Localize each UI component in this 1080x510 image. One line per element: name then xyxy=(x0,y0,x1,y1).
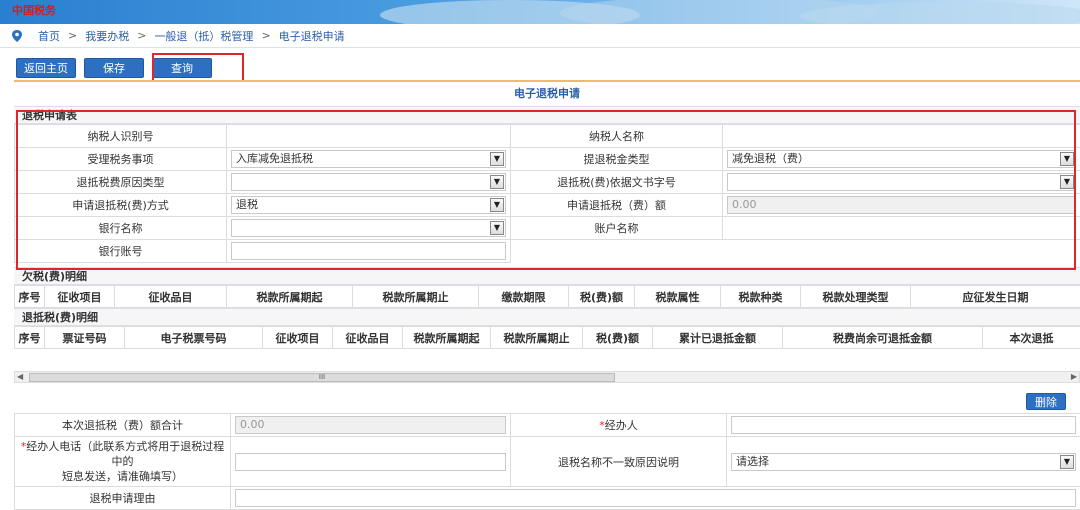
refund-detail-column-header: 序号 xyxy=(15,327,45,349)
refund-detail-column-header: 税费尚余可退抵金额 xyxy=(783,327,983,349)
refund-detail-column-header: 征收项目 xyxy=(263,327,333,349)
arrears-column-header: 税款种类 xyxy=(721,286,801,308)
refund-detail-table: 序号票证号码电子税票号码征收项目征收品目税款所属期起税款所属期止税(费)额累计已… xyxy=(14,326,1080,349)
save-button[interactable]: 保存 xyxy=(84,58,144,78)
breadcrumb-separator: > xyxy=(261,29,270,42)
section-title-refund-detail: 退抵税(费)明细 xyxy=(14,308,1080,326)
highlight-application-form xyxy=(16,110,1076,270)
refund-detail-column-header: 电子税票号码 xyxy=(125,327,263,349)
phone-label-line2: 短息发送，请准确填写） xyxy=(62,470,183,483)
arrears-column-header: 缴款期限 xyxy=(479,286,569,308)
refund-detail-column-header: 票证号码 xyxy=(45,327,125,349)
arrears-column-header: 序号 xyxy=(15,286,45,308)
arrears-column-header: 税款处理类型 xyxy=(801,286,911,308)
logo: 中国税务 xyxy=(12,2,56,18)
phone-label-line1: 经办人电话（此联系方式将用于退税过程中的 xyxy=(26,440,224,468)
refund-detail-column-header: 征收品目 xyxy=(333,327,403,349)
mismatch-label: 退税名称不一致原因说明 xyxy=(511,437,727,487)
scroll-right-icon[interactable]: ▶ xyxy=(1071,372,1077,381)
horizontal-scrollbar[interactable]: ◀ III ▶ xyxy=(14,371,1080,383)
handler-field[interactable] xyxy=(731,416,1076,434)
arrears-column-header: 税款所属期起 xyxy=(227,286,353,308)
refund-detail-column-header: 累计已退抵金额 xyxy=(653,327,783,349)
scroll-thumb[interactable]: III xyxy=(29,373,615,382)
breadcrumb-home[interactable]: 首页 xyxy=(38,28,60,44)
delete-button[interactable]: 删除 xyxy=(1026,393,1066,410)
breadcrumb-separator: > xyxy=(137,29,146,42)
back-home-button[interactable]: 返回主页 xyxy=(16,58,76,78)
refund-detail-column-header: 本次退抵 xyxy=(983,327,1080,349)
scroll-left-icon[interactable]: ◀ xyxy=(17,372,23,381)
reason-field[interactable] xyxy=(235,489,1076,507)
arrears-column-header: 征收项目 xyxy=(45,286,115,308)
dropdown-arrow-icon[interactable]: ▼ xyxy=(1060,455,1074,469)
total-label: 本次退抵税（费）额合计 xyxy=(15,414,231,437)
location-pin-icon xyxy=(12,30,22,42)
arrears-column-header: 应征发生日期 xyxy=(911,286,1080,308)
breadcrumb-current[interactable]: 电子退税申请 xyxy=(279,28,345,44)
reason-label: 退税申请理由 xyxy=(15,487,231,510)
mismatch-select[interactable]: 请选择 ▼ xyxy=(731,453,1076,471)
total-field[interactable]: 0.00 xyxy=(235,416,506,434)
phone-field[interactable] xyxy=(235,453,506,471)
header-banner: 中国税务 xyxy=(0,0,1080,24)
breadcrumb-tax-service[interactable]: 我要办税 xyxy=(85,28,129,44)
arrears-column-header: 征收品目 xyxy=(115,286,227,308)
arrears-column-header: 税(费)额 xyxy=(569,286,635,308)
refund-detail-column-header: 税款所属期止 xyxy=(491,327,583,349)
breadcrumb: 首页 > 我要办税 > 一般退（抵）税管理 > 电子退税申请 xyxy=(0,24,1080,48)
arrears-table: 序号征收项目征收品目税款所属期起税款所属期止缴款期限税(费)额税款属性税款种类税… xyxy=(14,285,1080,308)
handler-label: 经办人 xyxy=(605,419,638,432)
breadcrumb-refund-management[interactable]: 一般退（抵）税管理 xyxy=(154,28,253,44)
bottom-form: 本次退抵税（费）额合计 0.00 *经办人 *经办人电话（此联系方式将用于退税过… xyxy=(14,413,1080,510)
panel-title: 电子退税申请 xyxy=(14,80,1080,106)
refund-detail-column-header: 税(费)额 xyxy=(583,327,653,349)
refund-detail-column-header: 税款所属期起 xyxy=(403,327,491,349)
arrears-column-header: 税款属性 xyxy=(635,286,721,308)
mismatch-value: 请选择 xyxy=(736,455,769,468)
breadcrumb-separator: > xyxy=(68,29,77,42)
arrears-column-header: 税款所属期止 xyxy=(353,286,479,308)
